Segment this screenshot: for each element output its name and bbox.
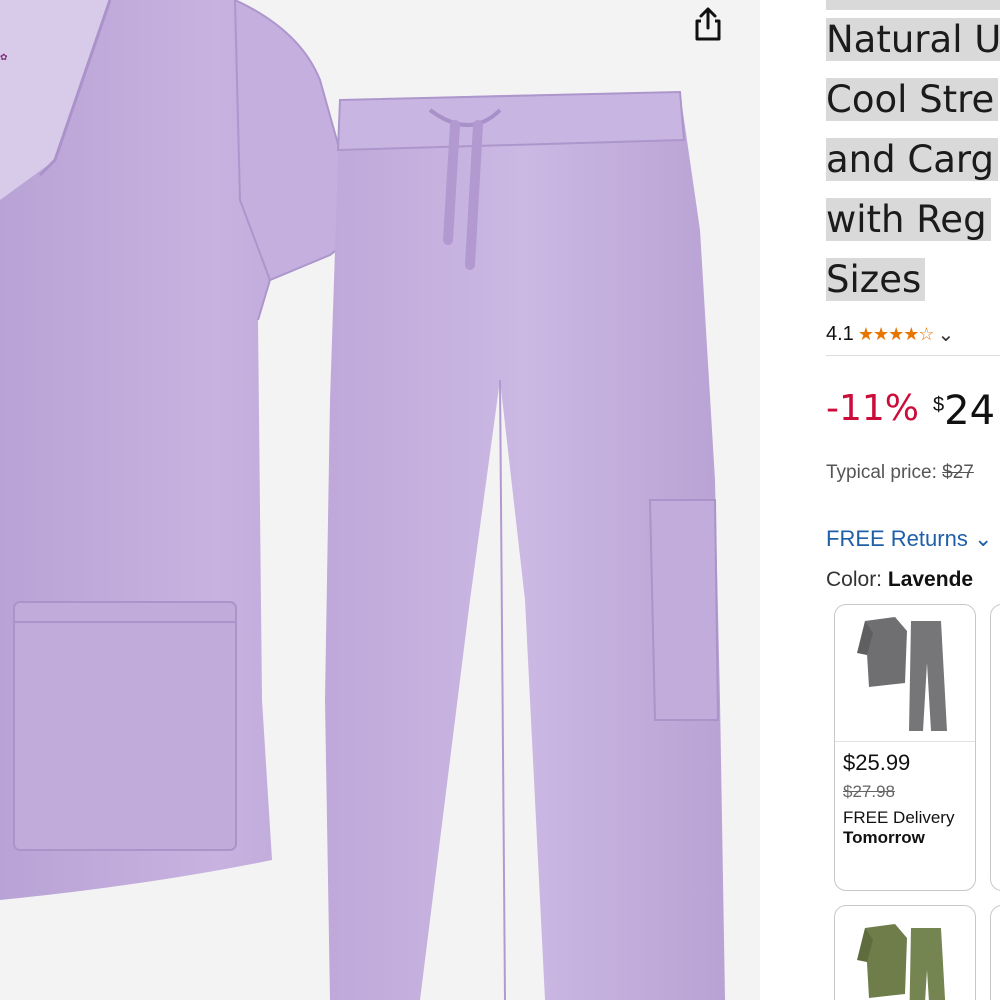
chevron-down-icon: ⌄ bbox=[973, 526, 993, 551]
star-rating-icon: ★★★★☆ bbox=[857, 324, 935, 344]
currency-symbol: $ bbox=[933, 394, 945, 416]
svg-text:✿: ✿ bbox=[0, 52, 8, 62]
title-line: Cool Stre bbox=[826, 78, 999, 121]
color-variant-card[interactable] bbox=[990, 905, 1000, 1000]
title-line: Sizes bbox=[826, 258, 926, 301]
free-returns-link[interactable]: FREE Returns ⌄ bbox=[826, 526, 992, 552]
divider bbox=[826, 355, 1000, 356]
scrubs-photo: ✿ bbox=[0, 0, 725, 1000]
price-whole: 24 bbox=[944, 388, 996, 434]
product-info-panel: Natural U Cool Stre and Carg with Reg Si… bbox=[760, 0, 1000, 1000]
color-variant-card[interactable] bbox=[990, 604, 1000, 891]
share-button[interactable] bbox=[680, 0, 736, 48]
variant-delivery: FREE Delivery bbox=[843, 808, 955, 827]
chevron-down-icon[interactable]: ⌄ bbox=[938, 322, 955, 347]
selected-color: Lavende bbox=[887, 568, 974, 591]
variant-delivery-day: Tomorrow bbox=[843, 828, 925, 847]
variant-thumbnail bbox=[835, 906, 975, 1000]
typical-price-value: $27 bbox=[942, 462, 974, 483]
color-variant-card[interactable] bbox=[834, 905, 976, 1000]
product-image[interactable]: ✿ bbox=[0, 0, 760, 1000]
color-variant-card[interactable]: $25.99 $27.98 FREE Delivery Tomorrow bbox=[834, 604, 976, 891]
title-line: Natural U bbox=[826, 18, 1000, 61]
typical-price: Typical price: $27 bbox=[826, 462, 974, 483]
product-title: Natural U Cool Stre and Carg with Reg Si… bbox=[826, 0, 1000, 310]
color-selector-label: Color: Lavende bbox=[826, 568, 974, 591]
rating-value: 4.1 bbox=[826, 323, 854, 345]
rating-summary[interactable]: 4.1 ★★★★☆ ⌄ bbox=[826, 322, 954, 347]
variant-thumbnail bbox=[835, 605, 975, 742]
share-icon bbox=[695, 7, 721, 41]
discount-percent: -11% bbox=[826, 388, 920, 429]
variant-price: $25.99 bbox=[843, 750, 911, 775]
title-line: with Reg bbox=[826, 198, 991, 241]
price-block: -11% $ 24 bbox=[826, 388, 995, 434]
title-line: and Carg bbox=[826, 138, 998, 181]
variant-old-price: $27.98 bbox=[843, 782, 895, 801]
